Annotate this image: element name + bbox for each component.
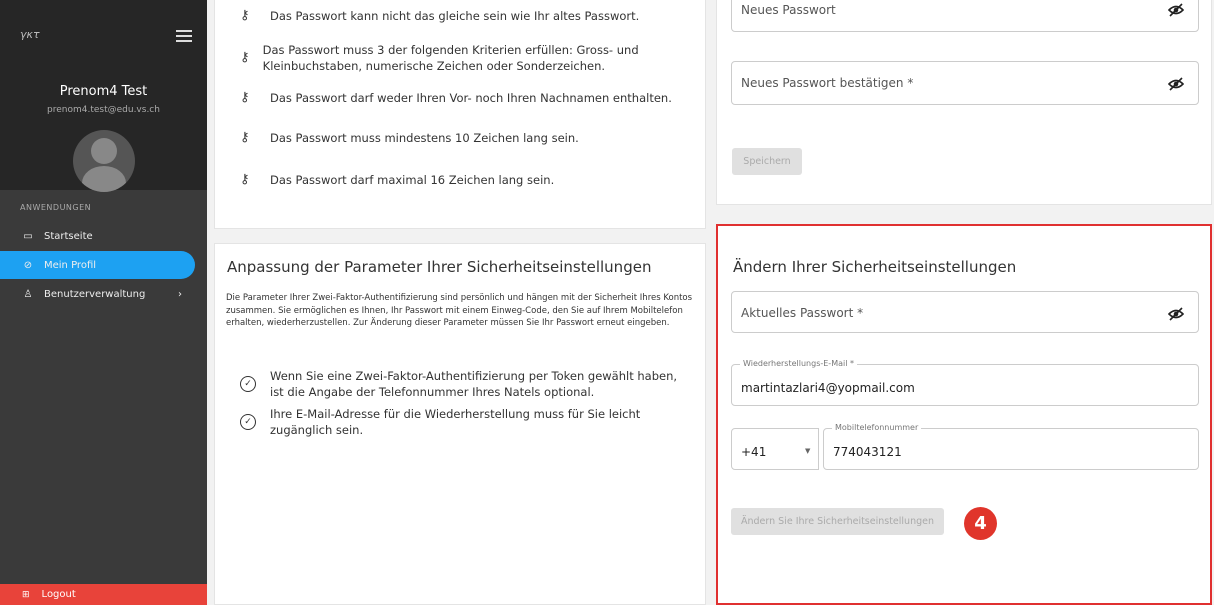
eye-off-icon[interactable] [1168,306,1184,322]
new-password-field[interactable]: Neues Passwort [731,0,1199,32]
country-code-select[interactable]: +41 ▼ [731,428,819,470]
sidebar-header: γκτ Prenom4 Test prenom4.test@edu.vs.ch [0,0,207,192]
logo: γκτ [20,28,40,41]
password-rules-card [214,0,706,229]
sidebar-item-startseite[interactable]: ▭ Startseite [0,222,195,250]
key-icon: ⚷ [240,130,250,145]
password-rule: ⚷ Das Passwort kann nicht das gleiche se… [240,8,640,23]
logout-button[interactable]: ⊞ Logout [0,584,207,605]
new-password-placeholder: Neues Passwort [741,3,836,17]
user-name: Prenom4 Test [59,84,148,99]
sidebar-item-label: Benutzerverwaltung [44,288,146,300]
sidebar-item-label: Startseite [44,230,93,242]
password-rule: ⚷ Das Passwort muss mindestens 10 Zeiche… [240,130,579,145]
mobile-number-label: Mobiltelefonnummer [832,423,922,432]
recovery-email-field[interactable]: Wiederherstellungs-E-Mail * martintazlar… [731,359,1199,406]
current-password-field[interactable]: Aktuelles Passwort * [731,291,1199,333]
security-settings-title: Ändern Ihrer Sicherheitseinstellungen [733,258,1017,276]
sidebar-item-benutzerverwaltung[interactable]: ♙ Benutzerverwaltung › [0,280,195,308]
mobile-number-field[interactable]: Mobiltelefonnummer 774043121 [823,423,1199,470]
section-label: ANWENDUNGEN [20,203,92,212]
key-icon: ⚷ [240,50,250,65]
info-check-item: ✓ Ihre E-Mail-Adresse für die Wiederhers… [240,406,685,438]
confirm-password-field[interactable]: Neues Passwort bestätigen * [731,61,1199,105]
security-params-description: Die Parameter Ihrer Zwei-Faktor-Authenti… [226,293,693,328]
check-circle-icon: ✓ [240,414,256,430]
save-button[interactable]: Speichern [732,148,802,175]
confirm-password-placeholder: Neues Passwort bestätigen * [741,76,914,90]
users-icon: ♙ [23,288,33,300]
sidebar-item-mein-profil[interactable]: ⊘ Mein Profil [0,251,195,279]
info-check-item: ✓ Wenn Sie eine Zwei-Faktor-Authentifizi… [240,368,685,400]
password-rule: ⚷ Das Passwort muss 3 der folgenden Krit… [240,43,639,73]
recovery-email-label: Wiederherstellungs-E-Mail * [740,359,857,368]
sidebar-item-label: Mein Profil [44,259,97,271]
step-badge: 4 [964,507,997,540]
password-rule: ⚷ Das Passwort darf maximal 16 Zeichen l… [240,172,555,187]
shield-icon: ⊘ [23,259,33,271]
password-rule: ⚷ Das Passwort darf weder Ihren Vor- noc… [240,90,672,105]
eye-off-icon[interactable] [1168,2,1184,18]
check-circle-icon: ✓ [240,376,256,392]
change-security-settings-button[interactable]: Ändern Sie Ihre Sicherheitseinstellungen [731,508,944,535]
current-password-placeholder: Aktuelles Passwort * [741,306,864,320]
country-code-value: +41 [741,445,767,459]
mobile-number-value: 774043121 [833,445,902,459]
home-icon: ▭ [23,230,33,242]
user-email: prenom4.test@edu.vs.ch [47,105,160,115]
menu-icon[interactable] [176,30,192,42]
eye-off-icon[interactable] [1168,76,1184,92]
logout-label: Logout [41,589,76,600]
security-params-title: Anpassung der Parameter Ihrer Sicherheit… [227,258,652,276]
sidebar: γκτ Prenom4 Test prenom4.test@edu.vs.ch … [0,0,207,605]
key-icon: ⚷ [240,172,250,187]
key-icon: ⚷ [240,90,250,105]
logout-icon: ⊞ [22,589,30,600]
caret-down-icon: ▼ [805,447,811,455]
avatar [73,130,135,192]
recovery-email-value: martintazlari4@yopmail.com [741,381,915,395]
key-icon: ⚷ [240,8,250,23]
security-settings-card [716,224,1212,605]
chevron-right-icon: › [178,288,182,300]
